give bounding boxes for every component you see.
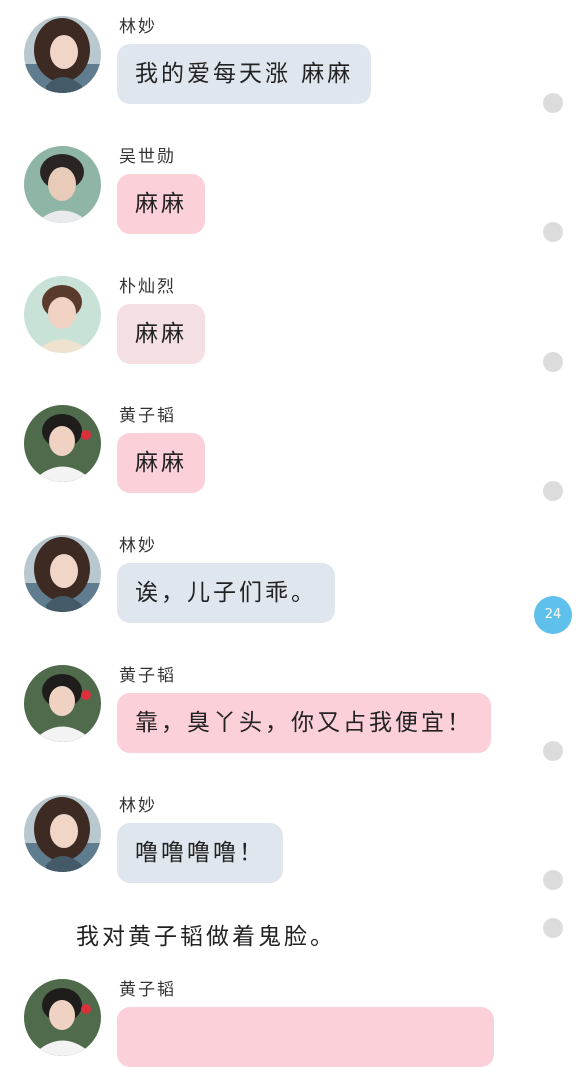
narration-text: 我对黄子韬做着鬼脸。 [76, 924, 336, 950]
message-bubble[interactable] [117, 1007, 494, 1067]
chat-message: 林妙 噜噜噜噜！ [0, 779, 576, 909]
message-bubble[interactable]: 噜噜噜噜！ [117, 823, 283, 883]
comment-dot[interactable] [543, 741, 563, 761]
chat-message: 黄子韬 [0, 963, 576, 1067]
comment-count-badge[interactable]: 24 [534, 596, 572, 634]
comment-dot[interactable] [543, 870, 563, 890]
message-bubble[interactable]: 诶，儿子们乖。 [117, 563, 335, 623]
message-bubble[interactable]: 麻麻 [117, 433, 205, 493]
boy-avatar-icon[interactable] [24, 979, 101, 1056]
girl-avatar-icon[interactable] [24, 795, 101, 872]
chat-message: 黄子韬 麻麻 [0, 389, 576, 519]
comment-dot[interactable] [543, 93, 563, 113]
message-bubble[interactable]: 我的爱每天涨 麻麻 [117, 44, 372, 104]
sender-name: 林妙 [119, 17, 157, 37]
comment-dot[interactable] [543, 222, 563, 242]
comment-dot[interactable] [543, 352, 563, 372]
sender-name: 朴灿烈 [119, 277, 176, 297]
chat-message: 林妙 我的爱每天涨 麻麻 [0, 0, 576, 130]
comment-dot[interactable] [543, 481, 563, 501]
sender-name: 林妙 [119, 796, 157, 816]
girl-avatar-icon[interactable] [24, 535, 101, 612]
sender-name: 黄子韬 [119, 980, 176, 1000]
chat-message: 林妙 诶，儿子们乖。 [0, 519, 576, 649]
girl-avatar-icon[interactable] [24, 16, 101, 93]
message-bubble[interactable]: 麻麻 [117, 174, 205, 234]
chat-message: 吴世勋 麻麻 [0, 130, 576, 260]
message-bubble[interactable]: 靠，臭丫头，你又占我便宜！ [117, 693, 491, 753]
sender-name: 黄子韬 [119, 666, 176, 686]
chat-message: 朴灿烈 麻麻 [0, 260, 576, 390]
boy-avatar-icon[interactable] [24, 405, 101, 482]
sender-name: 黄子韬 [119, 406, 176, 426]
boy-avatar-icon[interactable] [24, 276, 101, 353]
boy-avatar-icon[interactable] [24, 146, 101, 223]
sender-name: 吴世勋 [119, 147, 176, 167]
boy-avatar-icon[interactable] [24, 665, 101, 742]
message-bubble[interactable]: 麻麻 [117, 304, 205, 364]
comment-dot[interactable] [543, 918, 563, 938]
sender-name: 林妙 [119, 536, 157, 556]
chat-message: 黄子韬 靠，臭丫头，你又占我便宜！ [0, 649, 576, 779]
